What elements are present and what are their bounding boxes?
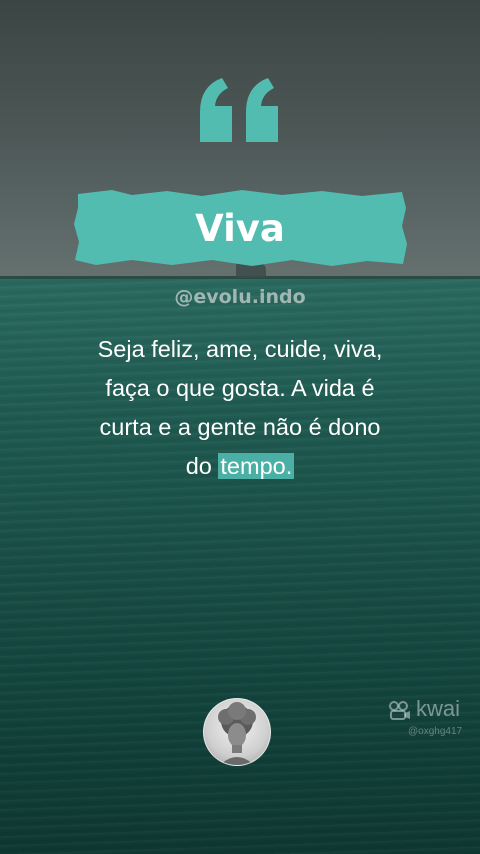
highlighted-word: tempo. bbox=[218, 453, 295, 479]
avatar-portrait bbox=[218, 702, 256, 765]
quote-line-4-start: do bbox=[185, 453, 219, 479]
quote-line-4: do tempo. bbox=[40, 447, 440, 486]
quote-line-1: Seja feliz, ame, cuide, viva, bbox=[97, 336, 383, 362]
kwai-logo-icon bbox=[389, 701, 410, 720]
kwai-watermark: kwai @oxghg417 bbox=[386, 696, 480, 746]
author-handle: @evolu.indo bbox=[174, 286, 306, 308]
title-banner: Viva bbox=[72, 188, 408, 268]
kwai-user-id: @oxghg417 bbox=[408, 726, 463, 737]
kwai-brand-text: kwai bbox=[416, 696, 461, 721]
author-avatar[interactable] bbox=[203, 698, 271, 766]
quote-mark-icon bbox=[196, 76, 286, 146]
quote-text: Seja feliz, ame, cuide, viva, faça o que… bbox=[40, 330, 440, 486]
title-text: Viva bbox=[195, 206, 285, 250]
quote-line-3: curta e a gente não é dono bbox=[99, 414, 381, 440]
quote-line-2: faça o que gosta. A vida é bbox=[105, 375, 375, 401]
